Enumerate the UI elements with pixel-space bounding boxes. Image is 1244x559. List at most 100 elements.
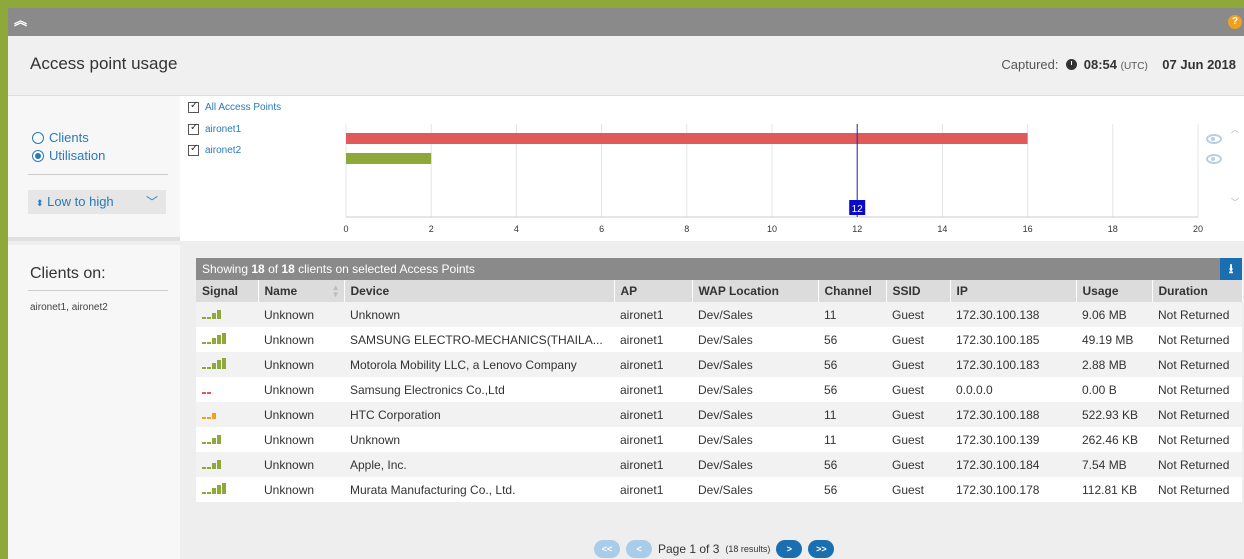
table-row[interactable]: Unknown Apple, Inc. aironet1 Dev/Sales 56 Gue… <box>196 452 1242 477</box>
captured-label: Captured: <box>1001 57 1059 72</box>
column-header[interactable]: Device <box>344 280 615 302</box>
sort-order-select[interactable]: ⬍ Low to high ﹀ <box>28 190 166 214</box>
table-row[interactable]: Unknown Motorola Mobility LLC, a Lenovo C… <box>196 352 1242 377</box>
cell-duration: Not Returned <box>1152 427 1242 452</box>
cell-ap: aironet1 <box>614 377 692 402</box>
page-header: Access point usage Captured: 08:54 (UTC)… <box>8 36 1244 96</box>
column-header-label: Channel <box>824 284 872 298</box>
table-row[interactable]: Unknown Murata Manufacturing Co., Ltd. air… <box>196 477 1242 502</box>
radio-circle <box>32 131 44 144</box>
sort-order-label: Low to high <box>47 194 114 209</box>
eye-icon[interactable] <box>1206 134 1222 144</box>
x-tick-label: 4 <box>514 224 519 234</box>
column-header[interactable]: IP <box>950 280 1077 302</box>
radio-utilisation[interactable]: Utilisation <box>32 148 105 163</box>
cell-device: Unknown <box>344 302 614 327</box>
sort-icon[interactable]: ▲ ▼ <box>332 284 340 299</box>
signal-strength-icon <box>196 352 258 377</box>
next-page-button[interactable]: > <box>776 540 803 558</box>
cell-duration: Not Returned <box>1152 402 1242 427</box>
scroll-down-icon[interactable]: ﹀ <box>1230 197 1240 208</box>
cell-duration: Not Returned <box>1152 352 1242 377</box>
column-header[interactable]: Channel <box>818 280 887 302</box>
table-row[interactable]: Unknown SAMSUNG ELECTRO-MECHANICS(THAILA.… <box>196 327 1242 352</box>
table-row[interactable]: Unknown HTC Corporation aironet1 Dev/Sales 1… <box>196 402 1242 427</box>
chart-scrollbar[interactable]: ︿ ﹀ <box>1230 124 1240 219</box>
cell-name: Unknown <box>258 477 344 502</box>
page-indicator: Page 1 of 3 <box>658 542 720 556</box>
cell-ip: 172.30.100.185 <box>950 327 1076 352</box>
cell-ap: aironet1 <box>614 427 692 452</box>
captured-timezone: (UTC) <box>1120 61 1148 72</box>
column-header[interactable]: Duration <box>1152 280 1243 302</box>
column-header[interactable]: AP <box>614 280 693 302</box>
prev-page-button[interactable]: < <box>626 540 652 558</box>
cell-ap: aironet1 <box>614 302 692 327</box>
x-tick-label: 10 <box>767 224 777 234</box>
cell-channel: 11 <box>818 402 886 427</box>
results-count: (18 results) <box>725 544 771 554</box>
cell-location: Dev/Sales <box>692 327 818 352</box>
signal-strength-icon <box>196 452 258 477</box>
cell-duration: Not Returned <box>1152 327 1242 352</box>
cell-usage: 522.93 KB <box>1076 402 1152 427</box>
x-tick-label: 16 <box>1023 224 1033 234</box>
app-frame: ︽ ? Access point usage Captured: 08:54 (… <box>8 8 1244 559</box>
column-header-label: Signal <box>202 284 239 298</box>
radio-clients-label: Clients <box>49 130 89 145</box>
table-row[interactable]: Unknown Samsung Electronics Co.,Ltd airone… <box>196 377 1242 402</box>
x-tick-label: 18 <box>1108 224 1118 234</box>
column-header[interactable]: Usage <box>1076 280 1153 302</box>
column-header[interactable]: Signal <box>196 280 259 302</box>
x-tick-label: 2 <box>429 224 434 234</box>
column-header[interactable]: SSID <box>886 280 951 302</box>
first-page-button[interactable]: << <box>594 540 620 558</box>
column-header[interactable]: WAP Location <box>692 280 819 302</box>
captured-date: 07 Jun 2018 <box>1162 57 1236 72</box>
cell-usage: 262.46 KB <box>1076 427 1152 452</box>
table-row[interactable]: Unknown Unknown aironet1 Dev/Sales 11 Guest 17… <box>196 302 1242 327</box>
cell-device: HTC Corporation <box>344 402 614 427</box>
radio-clients[interactable]: Clients <box>32 130 89 145</box>
last-page-button[interactable]: >> <box>808 540 835 558</box>
cell-ip: 172.30.100.139 <box>950 427 1076 452</box>
table-header-row: Signal Name ▲ ▼ Device AP WAP Location Channel S… <box>196 280 1243 302</box>
cell-ssid: Guest <box>886 452 950 477</box>
download-icon[interactable]: ⭳ <box>1220 258 1242 280</box>
cell-name: Unknown <box>258 377 344 402</box>
cell-ap: aironet1 <box>614 452 692 477</box>
page-title: Access point usage <box>30 54 178 73</box>
cell-name: Unknown <box>258 302 344 327</box>
cell-device: Apple, Inc. <box>344 452 614 477</box>
eye-icon[interactable] <box>1206 154 1222 164</box>
cell-ssid: Guest <box>886 402 950 427</box>
cell-device: Unknown <box>344 427 614 452</box>
cell-duration: Not Returned <box>1152 302 1242 327</box>
usage-bar-chart: 0 2 4 6 8 10 12 14 16 18 20 12 <box>343 124 1203 234</box>
column-header-label: Name <box>264 284 298 298</box>
cell-channel: 11 <box>818 302 886 327</box>
clients-on-heading: Clients on: <box>30 265 106 282</box>
clients-table-container: Showing 18 of 18 clients on selected Acc… <box>196 258 1243 502</box>
column-header-label: Duration <box>1158 284 1208 298</box>
cell-device: Motorola Mobility LLC, a Lenovo Company <box>344 352 614 377</box>
help-icon[interactable]: ? <box>1228 15 1242 29</box>
column-header[interactable]: Name ▲ ▼ <box>258 280 345 302</box>
cell-ap: aironet1 <box>614 402 692 427</box>
cell-name: Unknown <box>258 452 344 477</box>
scroll-up-icon[interactable]: ︿ <box>1230 124 1240 135</box>
cell-duration: Not Returned <box>1152 477 1242 502</box>
double-chevron-up-icon[interactable]: ︽ <box>14 14 27 28</box>
signal-strength-icon <box>196 427 258 452</box>
table-row[interactable]: Unknown Unknown aironet1 Dev/Sales 11 Guest 17… <box>196 427 1242 452</box>
cell-device: SAMSUNG ELECTRO-MECHANICS(THAILA... <box>344 327 614 352</box>
cell-ap: aironet1 <box>614 477 692 502</box>
cell-duration: Not Returned <box>1152 452 1242 477</box>
x-tick-label: 6 <box>599 224 604 234</box>
view-options-panel: Clients Utilisation ⬍ Low to high ﹀ <box>8 96 180 241</box>
cell-channel: 56 <box>818 327 886 352</box>
cell-channel: 56 <box>818 352 886 377</box>
cell-name: Unknown <box>258 427 344 452</box>
x-tick-label: 14 <box>937 224 947 234</box>
cell-ip: 0.0.0.0 <box>950 377 1076 402</box>
